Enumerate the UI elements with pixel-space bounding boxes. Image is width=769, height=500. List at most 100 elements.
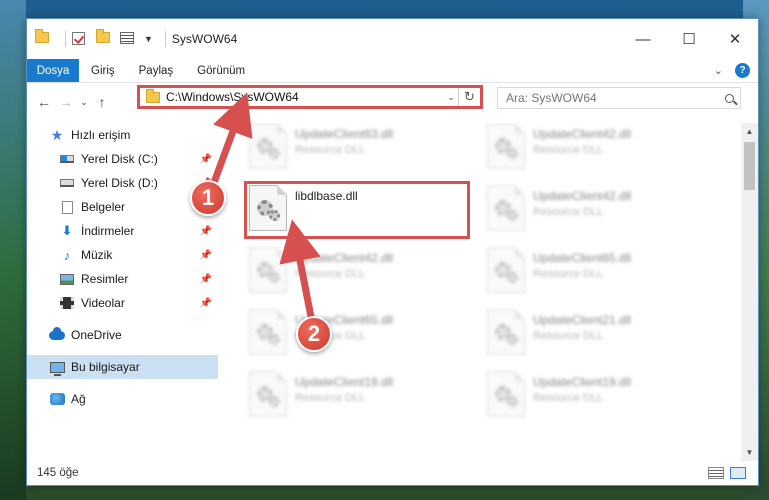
tab-view[interactable]: Görünüm (185, 59, 257, 82)
tab-home[interactable]: Giriş (79, 59, 127, 82)
search-input[interactable] (506, 91, 718, 105)
help-icon[interactable]: ? (735, 63, 750, 78)
dll-file-icon (487, 371, 525, 417)
search-box[interactable] (497, 87, 741, 109)
this-pc-icon (49, 360, 65, 376)
file-name: UpdateClient63.dll (295, 127, 394, 141)
new-folder-icon[interactable] (96, 29, 112, 46)
scroll-up-icon[interactable]: ▲ (741, 123, 758, 140)
nav-item-label: İndirmeler (81, 224, 135, 238)
drive-icon (59, 152, 75, 166)
folder-icon (146, 88, 160, 103)
nav-item-network[interactable]: Ağ (27, 387, 218, 411)
explorer-window: ▼ SysWOW64 — ☐ ✕ Dosya Giriş Paylaş Görü… (26, 18, 759, 486)
nav-item-downloads[interactable]: ⬇ İndirmeler 📌 (27, 219, 218, 243)
view-properties-icon[interactable] (120, 32, 136, 46)
nav-item-label: Bu bilgisayar (71, 360, 140, 374)
dll-file-icon (249, 185, 287, 231)
pin-icon: 📌 (199, 225, 212, 237)
file-item[interactable]: UpdateClient63.dll Resource DLL (249, 123, 469, 177)
file-item[interactable]: UpdateClient19.dll Resource DLL (487, 371, 707, 425)
file-item[interactable]: UpdateClient42.dll Resource DLL (487, 185, 707, 239)
nav-item-label: Yerel Disk (D:) (81, 176, 158, 190)
nav-item-label: Yerel Disk (C:) (81, 152, 158, 166)
file-name: UpdateClient65.dll (533, 251, 632, 265)
vertical-scrollbar[interactable]: ▲ ▼ (741, 123, 758, 461)
file-name: UpdateClient42.dll (533, 127, 632, 141)
nav-item-music[interactable]: ♪ Müzik 📌 (27, 243, 218, 267)
nav-item-videos[interactable]: Videolar 📌 (27, 291, 218, 315)
pin-icon: 📌 (199, 249, 212, 261)
ribbon-right: ⌄ ? (714, 59, 758, 82)
file-item[interactable]: UpdateClient21.dll Resource DLL (487, 309, 707, 363)
maximize-button[interactable]: ☐ (666, 19, 712, 59)
dll-file-icon (487, 123, 525, 169)
address-path[interactable]: C:\Windows\SysWOW64 (166, 90, 444, 104)
file-item[interactable]: UpdateClient65.dll Resource DLL (487, 247, 707, 301)
search-icon[interactable] (718, 93, 740, 103)
properties-check-icon[interactable] (72, 32, 88, 46)
pictures-icon (59, 272, 75, 286)
nav-item-this-pc[interactable]: Bu bilgisayar (27, 355, 218, 379)
recent-locations-icon[interactable]: ⌄ (77, 97, 91, 108)
downloads-icon: ⬇ (61, 223, 73, 238)
forward-button[interactable]: → (55, 94, 77, 110)
tab-share[interactable]: Paylaş (127, 59, 186, 82)
pin-icon: 📌 (199, 297, 212, 309)
star-icon: ★ (50, 126, 64, 143)
nav-item-label: Belgeler (81, 200, 126, 214)
videos-icon (59, 296, 75, 310)
file-name: libdlbase.dll (295, 189, 358, 203)
nav-item-onedrive[interactable]: OneDrive (27, 323, 218, 347)
up-button[interactable]: ↑ (91, 94, 113, 110)
address-bar[interactable]: C:\Windows\SysWOW64 ⌄ ↻ (137, 85, 483, 109)
quick-access-dropdown-icon[interactable]: ▼ (144, 34, 153, 44)
refresh-button[interactable]: ↻ (458, 88, 480, 106)
file-type: Resource DLL (533, 206, 604, 218)
window-controls: — ☐ ✕ (620, 19, 758, 59)
item-count: 145 öğe (37, 467, 79, 479)
details-view-icon[interactable] (708, 467, 724, 479)
minimize-button[interactable]: — (620, 19, 666, 59)
pin-icon: 📌 (199, 153, 212, 165)
nav-item-disk-c[interactable]: Yerel Disk (C:) 📌 (27, 147, 218, 171)
file-item[interactable]: UpdateClient42.dll Resource DLL (249, 247, 469, 301)
close-button[interactable]: ✕ (712, 19, 758, 59)
file-item[interactable]: UpdateClient65.dll Resource DLL (249, 309, 469, 363)
step-badge-2: 2 (296, 316, 332, 352)
tab-file[interactable]: Dosya (27, 59, 79, 82)
status-bar: 145 öğe (27, 461, 758, 485)
onedrive-icon (49, 326, 65, 342)
ribbon-tabs: Dosya Giriş Paylaş Görünüm ⌄ ? (27, 59, 758, 83)
scroll-down-icon[interactable]: ▼ (741, 444, 758, 461)
file-type: Resource DLL (295, 144, 366, 156)
toolbar-separator (65, 31, 66, 47)
file-name: UpdateClient42.dll (533, 189, 632, 203)
nav-item-label: Videolar (81, 296, 125, 310)
file-item[interactable]: UpdateClient42.dll Resource DLL (487, 123, 707, 177)
nav-item-quick-access[interactable]: ★ Hızlı erişim (27, 123, 218, 147)
window-title: SysWOW64 (171, 32, 238, 46)
nav-item-disk-d[interactable]: Yerel Disk (D:) 📌 (27, 171, 218, 195)
file-name: UpdateClient21.dll (533, 313, 632, 327)
file-item[interactable]: UpdateClient19.dll Resource DLL (249, 371, 469, 425)
nav-item-pictures[interactable]: Resimler 📌 (27, 267, 218, 291)
dll-file-icon (487, 247, 525, 293)
folder-icon (35, 29, 51, 46)
file-type: Resource DLL (533, 268, 604, 280)
dll-file-icon (249, 247, 287, 293)
file-type: Resource DLL (533, 330, 604, 342)
file-list: UpdateClient63.dll Resource DLL libdlbas… (219, 123, 741, 461)
nav-item-label: OneDrive (71, 328, 122, 342)
address-dropdown-icon[interactable]: ⌄ (444, 92, 458, 103)
file-type: Resource DLL (533, 144, 604, 156)
content-area: ★ Hızlı erişim Yerel Disk (C:) 📌 Yerel D… (27, 123, 758, 461)
toolbar-separator (164, 31, 166, 47)
file-name: UpdateClient42.dll (295, 251, 394, 265)
file-item-libdlbase[interactable]: libdlbase.dll (249, 185, 469, 239)
back-button[interactable]: ← (33, 94, 55, 110)
expand-ribbon-icon[interactable]: ⌄ (714, 64, 723, 77)
file-name: UpdateClient19.dll (533, 375, 632, 389)
large-icons-view-icon[interactable] (730, 467, 746, 479)
scroll-thumb[interactable] (744, 142, 755, 190)
